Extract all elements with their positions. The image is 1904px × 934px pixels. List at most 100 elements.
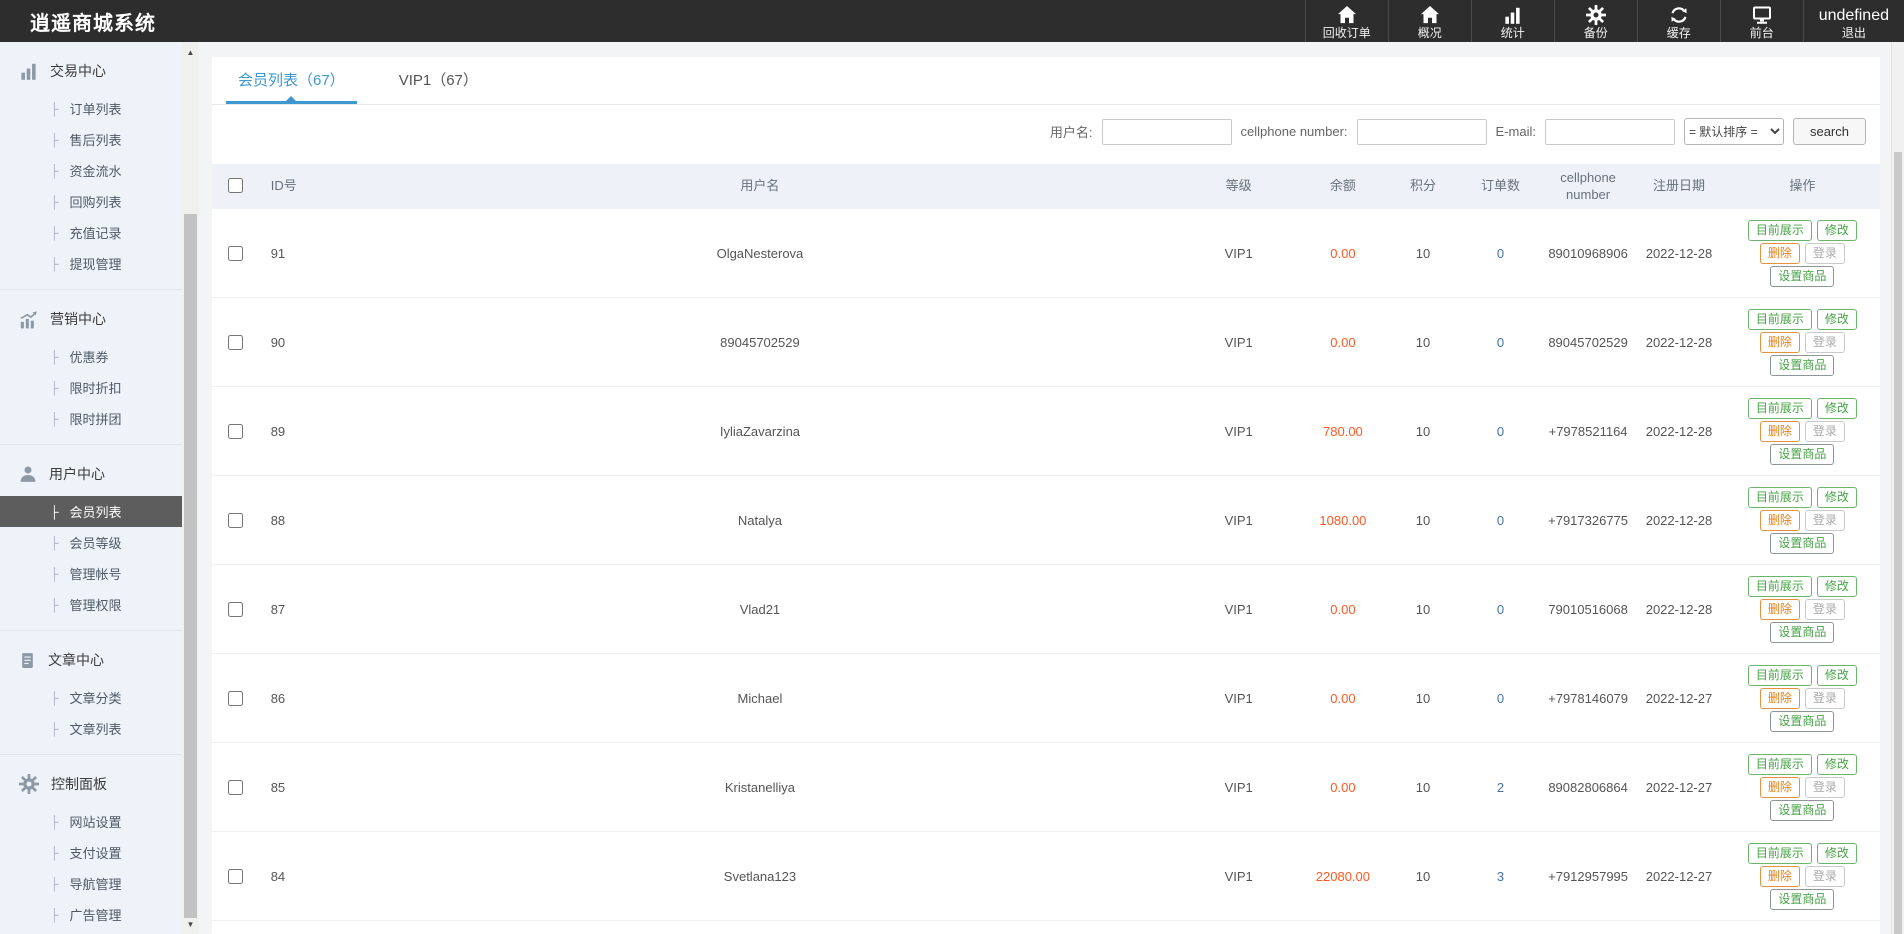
sort-select[interactable]: = 默认排序 = xyxy=(1683,118,1784,145)
delete-button[interactable]: 删除 xyxy=(1759,242,1800,264)
sidebar-item-管理帐号[interactable]: ├ 管理帐号 xyxy=(0,558,182,589)
set-goods-button[interactable]: 设置商品 xyxy=(1770,443,1835,465)
orders-count-link[interactable]: 0 xyxy=(1457,653,1544,743)
login-button[interactable]: 登录 xyxy=(1804,242,1845,264)
sidebar-item-友情链接[interactable]: ├友情链接 xyxy=(0,930,182,934)
sidebar-item-管理权限[interactable]: ├ 管理权限 xyxy=(0,589,182,620)
set-goods-button[interactable]: 设置商品 xyxy=(1770,799,1835,821)
login-button[interactable]: 登录 xyxy=(1804,420,1845,442)
edit-button[interactable]: 修改 xyxy=(1816,842,1857,864)
sidebar-item-限时折扣[interactable]: ├ 限时折扣 xyxy=(0,372,182,403)
scroll-down-icon[interactable]: ▼ xyxy=(182,918,199,932)
current-display-button[interactable]: 目前展示 xyxy=(1747,219,1812,241)
edit-button[interactable]: 修改 xyxy=(1816,308,1857,330)
orders-count-link[interactable]: 2 xyxy=(1457,742,1544,832)
delete-button[interactable]: 删除 xyxy=(1759,598,1800,620)
set-goods-button[interactable]: 设置商品 xyxy=(1770,710,1835,732)
edit-button[interactable]: 修改 xyxy=(1816,397,1857,419)
sidebar-section-head-marketing[interactable]: 营销中心 xyxy=(0,290,182,341)
top-menu-statistics[interactable]: 统计 xyxy=(1470,0,1554,42)
login-button[interactable]: 登录 xyxy=(1804,598,1845,620)
top-menu-recycle-orders[interactable]: 回收订单 xyxy=(1304,0,1388,42)
row-checkbox[interactable] xyxy=(228,512,244,528)
select-all-checkbox[interactable] xyxy=(228,178,244,194)
current-display-button[interactable]: 目前展示 xyxy=(1747,575,1812,597)
sidebar-scrollbar-thumb[interactable] xyxy=(184,214,197,918)
page-scrollbar-thumb[interactable] xyxy=(1894,152,1902,934)
set-goods-button[interactable]: 设置商品 xyxy=(1770,354,1835,376)
cellphone-input[interactable] xyxy=(1356,118,1487,145)
tab-vip1[interactable]: VIP1（67） xyxy=(387,57,490,104)
email-input[interactable] xyxy=(1544,118,1675,145)
sidebar-item-售后列表[interactable]: ├ 售后列表 xyxy=(0,124,182,155)
login-button[interactable]: 登录 xyxy=(1804,776,1845,798)
delete-button[interactable]: 删除 xyxy=(1759,331,1800,353)
row-checkbox[interactable] xyxy=(228,868,244,884)
sidebar-item-会员列表[interactable]: ├ 会员列表 xyxy=(0,496,182,527)
tab-member-list[interactable]: 会员列表（67） xyxy=(226,57,357,104)
set-goods-button[interactable]: 设置商品 xyxy=(1770,621,1835,643)
sidebar-item-文章分类[interactable]: ├ 文章分类 xyxy=(0,682,182,713)
top-menu-frontend[interactable]: 前台 xyxy=(1719,0,1803,42)
orders-count-link[interactable]: 0 xyxy=(1457,297,1544,387)
orders-count-link[interactable]: 3 xyxy=(1457,831,1544,921)
row-checkbox[interactable] xyxy=(228,601,244,617)
current-display-button[interactable]: 目前展示 xyxy=(1747,664,1812,686)
edit-button[interactable]: 修改 xyxy=(1816,753,1857,775)
login-button[interactable]: 登录 xyxy=(1804,509,1845,531)
sidebar-item-回购列表[interactable]: ├ 回购列表 xyxy=(0,186,182,217)
sidebar-item-订单列表[interactable]: ├ 订单列表 xyxy=(0,93,182,124)
row-checkbox[interactable] xyxy=(228,245,244,261)
set-goods-button[interactable]: 设置商品 xyxy=(1770,532,1835,554)
row-checkbox[interactable] xyxy=(228,779,244,795)
search-button[interactable]: search xyxy=(1792,118,1866,145)
sidebar-item-会员等级[interactable]: ├ 会员等级 xyxy=(0,527,182,558)
current-display-button[interactable]: 目前展示 xyxy=(1747,486,1812,508)
scroll-up-icon[interactable]: ▲ xyxy=(182,46,199,60)
sidebar-item-导航管理[interactable]: ├ 导航管理 xyxy=(0,868,182,899)
delete-button[interactable]: 删除 xyxy=(1759,776,1800,798)
current-display-button[interactable]: 目前展示 xyxy=(1747,308,1812,330)
page-scrollbar[interactable] xyxy=(1891,42,1904,934)
top-menu-overview[interactable]: 概况 xyxy=(1387,0,1471,42)
orders-count-link[interactable]: 0 xyxy=(1457,475,1544,565)
sidebar-section-head-control[interactable]: 控制面板 xyxy=(0,755,182,806)
current-display-button[interactable]: 目前展示 xyxy=(1747,397,1812,419)
sidebar-item-优惠券[interactable]: ├ 优惠券 xyxy=(0,341,182,372)
current-display-button[interactable]: 目前展示 xyxy=(1747,842,1812,864)
top-menu-logout[interactable]: undefined 退出 xyxy=(1802,0,1904,42)
sidebar-item-限时拼团[interactable]: ├ 限时拼团 xyxy=(0,403,182,434)
orders-count-link[interactable]: 0 xyxy=(1457,209,1544,298)
set-goods-button[interactable]: 设置商品 xyxy=(1770,265,1835,287)
delete-button[interactable]: 删除 xyxy=(1759,509,1800,531)
sidebar-item-广告管理[interactable]: ├ 广告管理 xyxy=(0,899,182,930)
sidebar-item-提现管理[interactable]: ├ 提现管理 xyxy=(0,248,182,279)
edit-button[interactable]: 修改 xyxy=(1816,575,1857,597)
edit-button[interactable]: 修改 xyxy=(1816,664,1857,686)
orders-count-link[interactable]: 0 xyxy=(1457,564,1544,654)
top-menu-cache[interactable]: 缓存 xyxy=(1636,0,1720,42)
top-menu-backup[interactable]: 备份 xyxy=(1553,0,1637,42)
sidebar-section-head-trade[interactable]: 交易中心 xyxy=(0,42,182,93)
login-button[interactable]: 登录 xyxy=(1804,687,1845,709)
row-checkbox[interactable] xyxy=(228,690,244,706)
delete-button[interactable]: 删除 xyxy=(1759,420,1800,442)
delete-button[interactable]: 删除 xyxy=(1759,865,1800,887)
sidebar-scrollbar[interactable]: ▲ ▼ xyxy=(182,42,199,934)
row-checkbox[interactable] xyxy=(228,423,244,439)
sidebar-section-head-user[interactable]: 用户中心 xyxy=(0,445,182,496)
sidebar-item-支付设置[interactable]: ├ 支付设置 xyxy=(0,837,182,868)
edit-button[interactable]: 修改 xyxy=(1816,219,1857,241)
login-button[interactable]: 登录 xyxy=(1804,331,1845,353)
sidebar-item-网站设置[interactable]: ├ 网站设置 xyxy=(0,806,182,837)
login-button[interactable]: 登录 xyxy=(1804,865,1845,887)
row-checkbox[interactable] xyxy=(228,334,244,350)
sidebar-item-资金流水[interactable]: ├ 资金流水 xyxy=(0,155,182,186)
username-input[interactable] xyxy=(1101,118,1232,145)
set-goods-button[interactable]: 设置商品 xyxy=(1770,888,1835,910)
current-display-button[interactable]: 目前展示 xyxy=(1747,753,1812,775)
sidebar-section-head-article[interactable]: 文章中心 xyxy=(0,631,182,682)
delete-button[interactable]: 删除 xyxy=(1759,687,1800,709)
edit-button[interactable]: 修改 xyxy=(1816,486,1857,508)
sidebar-item-文章列表[interactable]: ├ 文章列表 xyxy=(0,713,182,744)
